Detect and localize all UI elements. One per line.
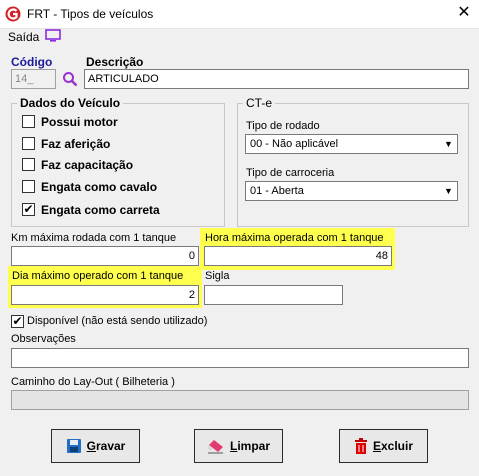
gravar-label: Gravar: [87, 439, 126, 453]
hora-label: Hora máxima operada com 1 tanque: [205, 232, 384, 244]
descricao-input[interactable]: ARTICULADO: [84, 69, 469, 89]
dados-veiculo-title: Dados do Veículo: [17, 96, 124, 110]
checkmark-icon[interactable]: ✔: [22, 203, 35, 216]
observacoes-input[interactable]: [11, 348, 469, 368]
checkbox-engata-cavalo-label: Engata como cavalo: [41, 180, 158, 194]
observacoes-label: Observações: [11, 333, 76, 345]
tipo-carroceria-value: 01 - Aberta: [250, 185, 304, 197]
excluir-accel: E: [372, 439, 381, 453]
checkbox-disponivel-label: Disponível (não está sendo utilizado): [27, 315, 208, 327]
limpar-button[interactable]: Limpar: [194, 429, 283, 463]
descricao-label: Descrição: [86, 55, 144, 69]
checkbox-faz-capacitacao[interactable]: [22, 158, 35, 171]
codigo-label: Código: [11, 55, 53, 69]
checkbox-engata-carreta-label: Engata como carreta: [41, 203, 160, 217]
tipo-rodado-select[interactable]: 00 - Não aplicável ▼: [245, 134, 458, 154]
tipo-carroceria-label: Tipo de carroceria: [246, 167, 335, 179]
checkmark-icon[interactable]: ✔: [11, 315, 24, 328]
hora-input[interactable]: 48: [204, 246, 392, 266]
search-icon[interactable]: [62, 71, 78, 87]
app-logo-icon: [5, 6, 21, 22]
checkbox-box[interactable]: [22, 158, 35, 171]
tipo-rodado-label: Tipo de rodado: [246, 120, 320, 132]
tipo-rodado-value: 00 - Não aplicável: [250, 138, 339, 150]
gravar-accel: G: [86, 439, 96, 453]
checkbox-engata-cavalo[interactable]: [22, 180, 35, 193]
excluir-rest: xcluir: [381, 439, 414, 453]
checkbox-possui-motor[interactable]: [22, 115, 35, 128]
dia-label: Dia máximo operado com 1 tanque: [12, 270, 184, 282]
layout-path-input[interactable]: [11, 390, 469, 410]
sigla-label: Sigla: [205, 270, 230, 282]
checkbox-engata-carreta[interactable]: ✔: [22, 203, 35, 216]
excluir-button[interactable]: Excluir: [339, 429, 428, 463]
km-label: Km máxima rodada com 1 tanque: [11, 232, 177, 244]
codigo-input[interactable]: 14_: [11, 69, 56, 89]
sigla-input[interactable]: [204, 285, 343, 305]
trash-icon: [354, 438, 367, 454]
chevron-down-icon[interactable]: ▼: [441, 183, 456, 199]
eraser-icon: [206, 440, 223, 454]
cte-title: CT-e: [243, 96, 276, 110]
checkbox-faz-afericao-label: Faz aferição: [41, 137, 111, 151]
limpar-rest: impar: [237, 439, 271, 453]
checkbox-disponivel[interactable]: ✔: [11, 315, 24, 328]
km-input[interactable]: 0: [11, 246, 199, 266]
close-icon[interactable]: ✕: [453, 3, 475, 23]
checkbox-box[interactable]: [22, 115, 35, 128]
monitor-icon[interactable]: [45, 29, 61, 43]
window-title: FRT - Tipos de veículos: [27, 7, 154, 21]
save-icon: [66, 439, 81, 453]
checkbox-possui-motor-label: Possui motor: [41, 115, 118, 129]
gravar-rest: ravar: [95, 439, 126, 453]
checkbox-box[interactable]: [22, 137, 35, 150]
checkbox-faz-capacitacao-label: Faz capacitação: [41, 158, 134, 172]
checkbox-faz-afericao[interactable]: [22, 137, 35, 150]
checkbox-box[interactable]: [22, 180, 35, 193]
limpar-label: Limpar: [230, 439, 270, 453]
dia-input[interactable]: 2: [11, 285, 199, 305]
excluir-label: Excluir: [373, 439, 413, 453]
tipo-carroceria-select[interactable]: 01 - Aberta ▼: [245, 181, 458, 201]
menu-saida[interactable]: Saída: [8, 30, 39, 44]
layout-path-label: Caminho do Lay-Out ( Bilheteria ): [11, 376, 175, 388]
chevron-down-icon[interactable]: ▼: [441, 136, 456, 152]
gravar-button[interactable]: Gravar: [51, 429, 140, 463]
